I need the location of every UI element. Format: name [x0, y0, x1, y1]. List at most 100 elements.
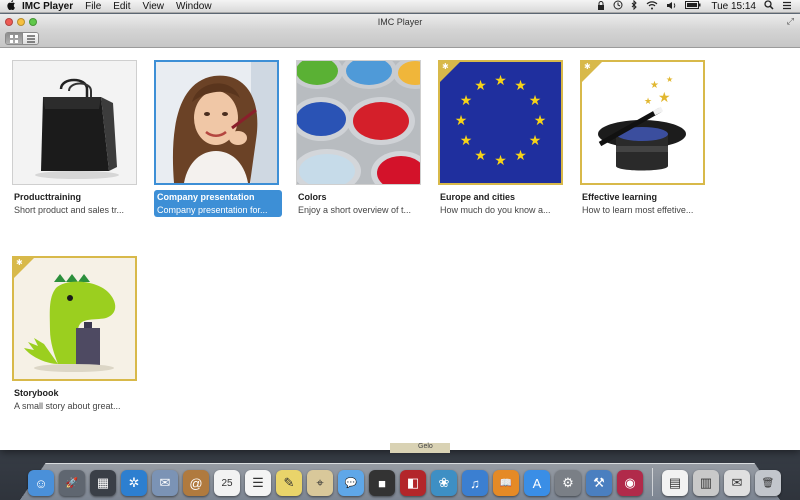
- apple-menu-icon[interactable]: [0, 0, 22, 13]
- presentation-tile[interactable]: Colors Enjoy a short overview of t...: [296, 60, 424, 215]
- mission-control-icon[interactable]: ▦: [90, 470, 116, 496]
- app-menu[interactable]: IMC Player: [22, 1, 73, 12]
- menu-edit[interactable]: Edit: [113, 1, 130, 12]
- svg-text:★: ★: [650, 80, 659, 91]
- bluetooth-icon[interactable]: [631, 0, 638, 12]
- reminders-icon[interactable]: ☰: [245, 470, 271, 496]
- photo-booth-icon[interactable]: ◧: [400, 470, 426, 496]
- svg-text:★: ★: [529, 133, 542, 149]
- presentation-tile[interactable]: ★ ★ ★ ★ ★ ★ ★ ★ ★ ★ ★ ★ ✱ Europe and cit…: [438, 60, 566, 215]
- tile-description: Short product and sales tr...: [14, 205, 125, 215]
- notes-icon[interactable]: ✎: [276, 470, 302, 496]
- tile-title: Colors: [298, 192, 327, 202]
- list-icon[interactable]: [782, 1, 792, 12]
- tile-description: How to learn most effetive...: [582, 205, 694, 215]
- downloads-stack-icon[interactable]: ▥: [693, 470, 719, 496]
- svg-text:★: ★: [460, 133, 473, 149]
- presentation-tile[interactable]: ✱ Storybook A small story about great...: [12, 256, 140, 411]
- dock: ☺ 🚀 ▦ ✲ ✉ @25 ☰ ✎ ⌖ 💬 ■ ◧ ❀ ♫ 📖 A ⚙ ⚒ ◉ ▤ ▥ ✉ 🗑: [28, 462, 781, 496]
- svg-text:★: ★: [494, 73, 507, 89]
- time-machine-icon[interactable]: [613, 0, 623, 12]
- window-toolbar: [0, 30, 800, 48]
- menu-window[interactable]: Window: [176, 1, 212, 12]
- safari-icon[interactable]: ✲: [121, 470, 147, 496]
- launchpad-icon[interactable]: 🚀: [59, 470, 85, 496]
- iphoto-icon[interactable]: ❀: [431, 470, 457, 496]
- storybook-thumbnail[interactable]: ✱: [12, 256, 137, 381]
- volume-icon[interactable]: [666, 1, 677, 12]
- menu-view[interactable]: View: [143, 1, 165, 12]
- trash-icon[interactable]: 🗑: [755, 470, 781, 496]
- lock-icon[interactable]: [597, 0, 605, 12]
- search-icon[interactable]: [764, 0, 774, 12]
- svg-text:★: ★: [460, 93, 473, 109]
- zoom-button[interactable]: [29, 18, 37, 26]
- view-mode-toggle: [5, 32, 39, 45]
- shopping-bag-image: [13, 61, 136, 184]
- mail-stack-icon[interactable]: ✉: [724, 470, 750, 496]
- close-button[interactable]: [5, 18, 13, 26]
- tile-description: Enjoy a short overview of t...: [298, 205, 412, 215]
- tile-description: Company presentation for...: [154, 204, 282, 217]
- tile-title: Europe and cities: [440, 192, 516, 202]
- window-title: IMC Player: [377, 17, 423, 27]
- itunes-icon[interactable]: ♫: [462, 470, 488, 496]
- dock-separator: [652, 468, 653, 496]
- menu-file[interactable]: File: [85, 1, 101, 12]
- woman-portrait-image: [156, 62, 277, 183]
- mail-icon[interactable]: ✉: [152, 470, 178, 496]
- minimize-button[interactable]: [17, 18, 25, 26]
- company-presentation-thumbnail[interactable]: [154, 60, 279, 185]
- svg-text:★: ★: [494, 153, 507, 169]
- svg-text:★: ★: [534, 113, 547, 129]
- ibooks-icon[interactable]: 📖: [493, 470, 519, 496]
- presentation-tile[interactable]: Company presentation Company presentatio…: [154, 60, 282, 217]
- star-icon: ✱: [442, 62, 449, 71]
- document-icon[interactable]: ▤: [662, 470, 688, 496]
- tile-title: Effective learning: [582, 192, 658, 202]
- fullscreen-icon[interactable]: ⤢: [787, 16, 794, 27]
- finder-icon[interactable]: ☺: [28, 470, 54, 496]
- svg-text:★: ★: [666, 75, 673, 84]
- svg-text:★: ★: [514, 78, 527, 94]
- svg-text:★: ★: [514, 148, 527, 164]
- svg-text:★: ★: [529, 93, 542, 109]
- contacts-icon[interactable]: @: [183, 470, 209, 496]
- producttraining-thumbnail[interactable]: [12, 60, 137, 185]
- maps-icon[interactable]: ⌖: [307, 470, 333, 496]
- svg-text:★: ★: [474, 148, 487, 164]
- system-preferences-icon[interactable]: ⚙: [555, 470, 581, 496]
- colors-thumbnail[interactable]: [296, 60, 421, 185]
- presentation-tile[interactable]: ★ ★ ★ ★ ✱ Effective learning How to lear…: [580, 60, 708, 215]
- facetime-icon[interactable]: ■: [369, 470, 395, 496]
- tile-description: How much do you know a...: [440, 205, 551, 215]
- tile-title: Storybook: [14, 388, 59, 398]
- tile-description: A small story about great...: [14, 401, 121, 411]
- svg-text:★: ★: [658, 90, 671, 106]
- tile-title: Company presentation: [154, 190, 282, 204]
- effective-learning-thumbnail[interactable]: ★ ★ ★ ★ ✱: [580, 60, 705, 185]
- calendar-icon[interactable]: 25: [214, 470, 240, 496]
- battery-icon[interactable]: [685, 1, 701, 11]
- menu-bar: IMC Player File Edit View Window Tue 15:…: [0, 0, 800, 13]
- window-titlebar[interactable]: IMC Player ⤢: [0, 14, 800, 30]
- paint-cans-image: [297, 61, 420, 184]
- star-icon: ✱: [584, 62, 591, 71]
- presentation-tile[interactable]: Producttraining Short product and sales …: [12, 60, 140, 215]
- wifi-icon[interactable]: [646, 0, 658, 12]
- grid-view-icon[interactable]: [6, 33, 22, 44]
- menubar-clock[interactable]: Tue 15:14: [711, 1, 756, 12]
- xcode-icon[interactable]: ⚒: [586, 470, 612, 496]
- europe-and-cities-thumbnail[interactable]: ★ ★ ★ ★ ★ ★ ★ ★ ★ ★ ★ ★ ✱: [438, 60, 563, 185]
- svg-text:★: ★: [455, 113, 468, 129]
- app-store-icon[interactable]: A: [524, 470, 550, 496]
- desktop-folder-label: Gelo: [390, 443, 450, 453]
- imc-player-icon[interactable]: ◉: [617, 470, 643, 496]
- tile-title: Producttraining: [14, 192, 81, 202]
- svg-text:★: ★: [474, 78, 487, 94]
- svg-text:★: ★: [644, 97, 652, 107]
- main-window: IMC Player ⤢ Producttraining Short produ…: [0, 14, 800, 450]
- list-view-icon[interactable]: [22, 33, 38, 44]
- messages-icon[interactable]: 💬: [338, 470, 364, 496]
- presentation-grid: Producttraining Short product and sales …: [0, 48, 800, 450]
